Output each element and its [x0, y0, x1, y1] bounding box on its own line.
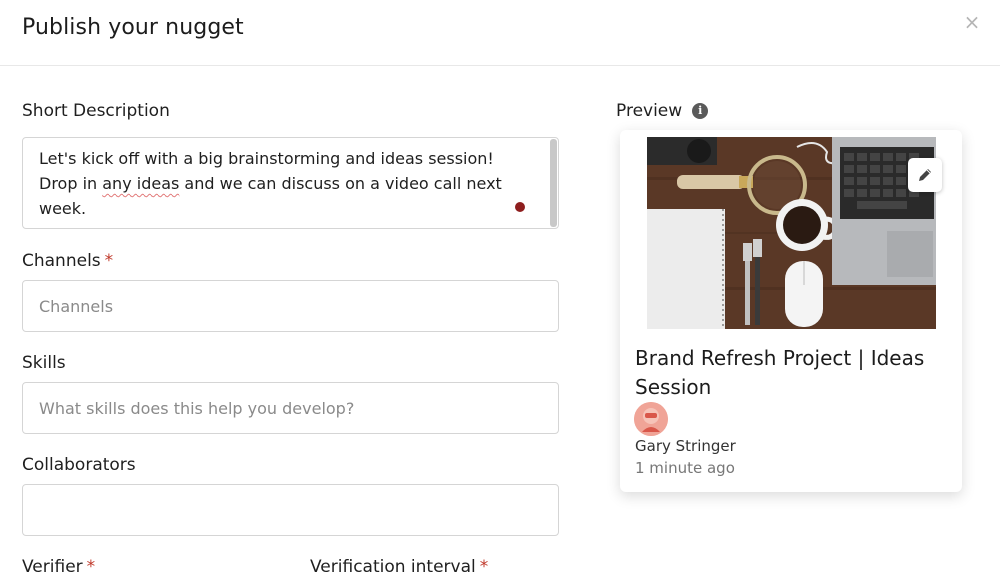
- modal-title: Publish your nugget: [22, 15, 244, 40]
- modal-header: Publish your nugget ×: [0, 0, 1000, 66]
- short-description-textarea[interactable]: Let's kick off with a big brainstorming …: [22, 137, 559, 229]
- textarea-scrollbar[interactable]: [550, 139, 557, 227]
- avatar-icon: [634, 402, 668, 436]
- close-icon[interactable]: ×: [962, 12, 982, 32]
- channels-input[interactable]: Channels: [22, 280, 559, 332]
- card-title: Brand Refresh Project | Ideas Session: [635, 346, 925, 399]
- verifier-label-text: Verifier: [22, 557, 83, 577]
- info-icon[interactable]: i: [692, 103, 709, 119]
- verification-interval-label-text: Verification interval: [310, 557, 476, 577]
- required-asterisk: *: [86, 557, 96, 577]
- mouse-cursor-dot: [515, 202, 525, 212]
- pencil-icon: [919, 169, 931, 181]
- avatar: [634, 402, 668, 436]
- preview-label-text: Preview: [616, 101, 683, 121]
- description-text-misspelled: any ideas: [102, 174, 180, 193]
- required-asterisk: *: [104, 251, 114, 271]
- skills-placeholder: What skills does this help you develop?: [39, 398, 355, 418]
- channels-label: Channels *: [22, 251, 113, 271]
- required-asterisk: *: [479, 557, 489, 577]
- channels-placeholder: Channels: [39, 296, 114, 316]
- verifier-label: Verifier *: [22, 557, 95, 577]
- collaborators-input[interactable]: [22, 484, 559, 536]
- channels-label-text: Channels: [22, 251, 101, 271]
- skills-input[interactable]: What skills does this help you develop?: [22, 382, 559, 434]
- card-author: Gary Stringer: [635, 437, 736, 455]
- short-description-label: Short Description: [22, 101, 170, 121]
- collaborators-label: Collaborators: [22, 455, 136, 475]
- verification-interval-label: Verification interval *: [310, 557, 488, 577]
- desk-photo: [647, 137, 936, 329]
- preview-label: Preview i: [616, 101, 709, 121]
- edit-image-button[interactable]: [908, 158, 942, 192]
- preview-card[interactable]: Brand Refresh Project | Ideas Session Ga…: [620, 130, 962, 492]
- skills-label: Skills: [22, 353, 66, 373]
- card-timestamp: 1 minute ago: [635, 459, 735, 477]
- desk-photo-illustration: [647, 137, 936, 329]
